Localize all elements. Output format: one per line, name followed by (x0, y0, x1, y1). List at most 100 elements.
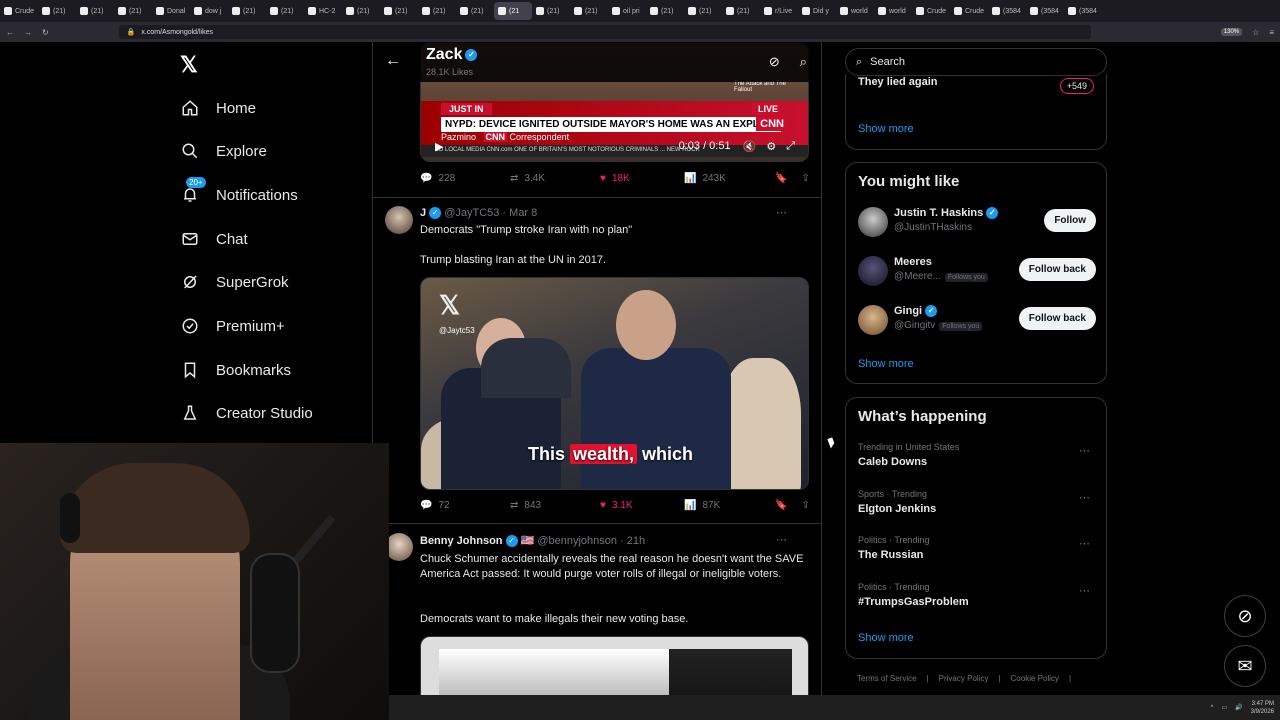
reply-button[interactable]: 💬 72 (420, 500, 510, 511)
show-more-link[interactable]: Show more (858, 632, 914, 644)
trend-item[interactable]: Trending in United States Caleb Downs ⋯ (858, 442, 1096, 476)
repost-button[interactable]: ⇄ 3.4K (510, 173, 600, 184)
browser-tab[interactable]: (21) (76, 2, 114, 20)
browser-tab[interactable]: world (836, 2, 874, 20)
follow-suggestion[interactable]: Gingi ✓ @Gingitv Follows you Follow back (858, 302, 1096, 338)
nav-item-explore[interactable]: Explore (180, 139, 267, 163)
more-options-icon[interactable]: ⋯ (1079, 491, 1090, 504)
browser-tab[interactable]: (3584 (1026, 2, 1064, 20)
follow-back-button[interactable]: Follow back (1018, 258, 1096, 281)
play-icon[interactable]: ▶ (435, 140, 443, 153)
more-options-icon[interactable]: ⋯ (1079, 584, 1090, 597)
browser-tab[interactable]: (21 (494, 2, 532, 20)
address-bar[interactable]: 🔒 x.com/Asmongold/likes (118, 25, 1091, 39)
repost-button[interactable]: ⇄ 843 (510, 500, 600, 511)
author-handle[interactable]: @bennyjohnson (537, 535, 617, 547)
reply-button[interactable]: 💬 228 (420, 173, 510, 184)
browser-tab[interactable]: (21) (228, 2, 266, 20)
nav-item-bookmarks[interactable]: Bookmarks (180, 358, 291, 382)
follow-button[interactable]: Follow (1044, 209, 1096, 232)
browser-tab[interactable]: (21) (646, 2, 684, 20)
star-icon[interactable]: ☆ (1252, 28, 1259, 37)
nav-item-premium[interactable]: Premium+ (180, 314, 285, 338)
avatar[interactable] (385, 206, 413, 234)
forward-icon[interactable]: → (24, 28, 32, 37)
follow-back-button[interactable]: Follow back (1018, 307, 1096, 330)
author-name[interactable]: J (420, 207, 426, 219)
browser-tab[interactable]: Crude (912, 2, 950, 20)
browser-tab[interactable]: (21) (532, 2, 570, 20)
views-button[interactable]: 📊 87K (684, 500, 774, 511)
views-button[interactable]: 📊 243K (684, 173, 774, 184)
browser-tab[interactable]: Did y (798, 2, 836, 20)
browser-tab[interactable]: (21) (722, 2, 760, 20)
zoom-level[interactable]: 130% (1220, 28, 1243, 36)
avatar[interactable] (858, 256, 888, 286)
volume-icon[interactable]: 🔊 (1235, 704, 1242, 711)
fullscreen-icon[interactable]: ⤢ (786, 140, 795, 153)
nav-item-home[interactable]: Home (180, 96, 256, 120)
show-more-link[interactable]: Show more (858, 358, 914, 370)
browser-tab[interactable]: (3584 (988, 2, 1026, 20)
avatar[interactable] (385, 533, 413, 561)
browser-tab[interactable]: (21) (266, 2, 304, 20)
avatar-stack-count[interactable]: +549 (1059, 78, 1094, 94)
browser-tab[interactable]: r/Live (760, 2, 798, 20)
avatar[interactable] (858, 305, 888, 335)
search-input[interactable]: ⌕ Search (845, 48, 1107, 76)
share-icon[interactable]: ⇪ (802, 500, 810, 511)
share-icon[interactable]: ⇪ (802, 173, 810, 184)
back-icon[interactable]: ← (6, 28, 14, 37)
browser-tab[interactable]: dow j (190, 2, 228, 20)
messages-fab-icon[interactable]: ✉ (1224, 645, 1266, 687)
reload-icon[interactable]: ↻ (42, 28, 49, 37)
tweet-date[interactable]: Mar 8 (509, 207, 537, 219)
terms-link[interactable]: Terms of Service (857, 674, 917, 683)
privacy-link[interactable]: Privacy Policy (939, 674, 989, 683)
trend-item[interactable]: Politics · Trending #TrumpsGasProblem ⋯ (858, 582, 1096, 616)
browser-tab[interactable]: (21) (418, 2, 456, 20)
browser-tab[interactable]: (21) (570, 2, 608, 20)
show-more-link[interactable]: Show more (858, 123, 914, 135)
follow-suggestion[interactable]: Meeres @Meere... Follows you Follow back (858, 253, 1096, 289)
more-options-icon[interactable]: ⋯ (776, 533, 787, 546)
author-name[interactable]: Benny Johnson (420, 535, 503, 547)
browser-tab[interactable]: world (874, 2, 912, 20)
browser-tab[interactable]: (21) (684, 2, 722, 20)
browser-tab[interactable]: oil pri (608, 2, 646, 20)
x-logo-icon[interactable]: 𝕏 (180, 52, 198, 78)
trend-item[interactable]: Politics · Trending The Russian ⋯ (858, 535, 1096, 569)
menu-icon[interactable]: ≡ (1269, 28, 1274, 37)
author-handle[interactable]: @JayTC53 (444, 207, 499, 219)
avatar[interactable] (858, 207, 888, 237)
more-options-icon[interactable]: ⋯ (1079, 537, 1090, 550)
more-options-icon[interactable]: ⋯ (1079, 444, 1090, 457)
like-button[interactable]: ♥ 3.1K (600, 500, 684, 511)
browser-tab[interactable]: (21) (342, 2, 380, 20)
settings-icon[interactable]: ⚙ (766, 140, 776, 153)
like-button[interactable]: ♥ 18K (600, 173, 684, 184)
search-icon[interactable]: ⌕ (800, 54, 807, 70)
grok-fab-icon[interactable]: ⊘ (1224, 595, 1266, 637)
browser-tab[interactable]: Crude (0, 2, 38, 20)
back-arrow-icon[interactable]: ← (385, 52, 401, 70)
nav-item-creator-studio[interactable]: Creator Studio (180, 401, 313, 425)
partial-trend-text[interactable]: They lied again (858, 76, 937, 88)
browser-tab[interactable]: HC-2 (304, 2, 342, 20)
bookmark-icon[interactable]: 🔖 (775, 173, 787, 184)
browser-tab[interactable]: (3584 (1064, 2, 1102, 20)
browser-tab[interactable]: (21) (456, 2, 494, 20)
browser-tab[interactable]: Donal (152, 2, 190, 20)
nav-item-supergrok[interactable]: SuperGrok (180, 270, 289, 294)
bookmark-icon[interactable]: 🔖 (775, 500, 787, 511)
clock[interactable]: 3:47 PM 3/9/2026 (1251, 700, 1274, 716)
grok-icon[interactable]: ⊘ (769, 54, 780, 70)
follow-suggestion[interactable]: Justin T. Haskins ✓ @JustinTHaskins Follo… (858, 204, 1096, 240)
tweet-date[interactable]: 21h (627, 535, 645, 547)
tweet2-video[interactable]: 𝕏 @Jaytc53 This wealth, which (420, 277, 809, 490)
mute-icon[interactable]: 🔇 (743, 140, 757, 153)
browser-tab[interactable]: Crude (950, 2, 988, 20)
tray-chevron-icon[interactable]: ^ (1211, 705, 1214, 711)
nav-item-notifications[interactable]: 20+ Notifications (180, 177, 298, 207)
browser-tab[interactable]: (21) (114, 2, 152, 20)
